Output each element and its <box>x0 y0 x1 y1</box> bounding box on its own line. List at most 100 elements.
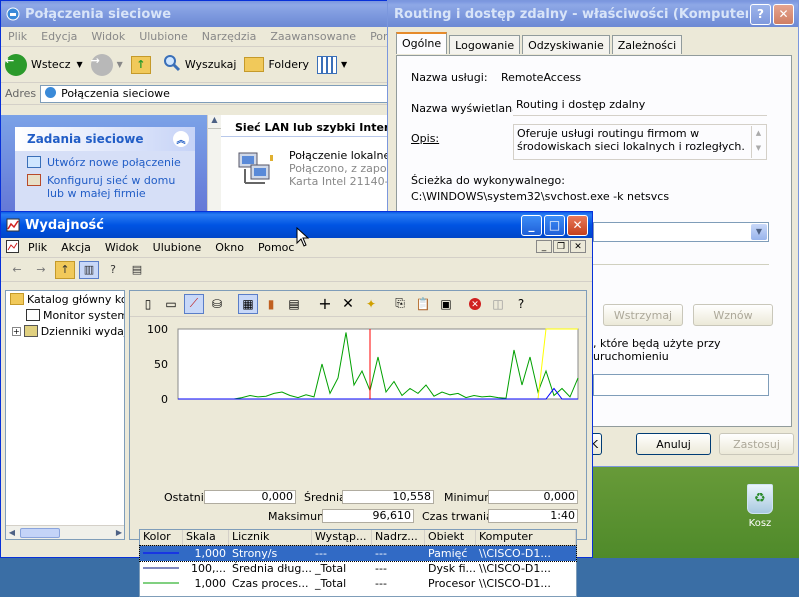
tab-dependencies[interactable]: Zależności <box>611 35 683 54</box>
recycle-bin[interactable]: Kosz <box>738 484 782 529</box>
close-button[interactable]: ✕ <box>773 3 794 25</box>
chevron-down-icon[interactable]: ▼ <box>77 60 83 69</box>
clear-display-icon[interactable]: ▭ <box>161 294 181 314</box>
view-histogram-icon[interactable]: ▮ <box>261 294 281 314</box>
minimize-button[interactable]: _ <box>521 214 542 236</box>
counter-row[interactable]: 100,... Średnia dług... _Total --- Dysk … <box>140 561 576 576</box>
tab-general[interactable]: Ogólne <box>396 32 448 54</box>
menu-action[interactable]: Akcja <box>54 241 98 254</box>
delete-counter-icon[interactable]: ✕ <box>338 294 358 314</box>
folders-button[interactable]: Foldery <box>244 57 309 72</box>
properties-titlebar[interactable]: Routing i dostęp zdalny - właściwości (K… <box>388 1 798 27</box>
help-icon[interactable]: ? <box>103 261 123 279</box>
child-minimize-button[interactable]: _ <box>536 240 552 253</box>
tab-logon[interactable]: Logowanie <box>449 35 521 54</box>
counter-row[interactable]: 1,000 Czas proces... _Total --- Procesor… <box>140 576 576 591</box>
scroll-left-icon[interactable]: ◀ <box>6 528 18 537</box>
scroll-thumb[interactable] <box>20 528 60 538</box>
forward-arrow-icon[interactable]: → <box>31 261 51 279</box>
network-window-titlebar[interactable]: Połączenia sieciowe <box>1 1 393 27</box>
column-counter[interactable]: Licznik <box>229 530 312 545</box>
update-data-icon[interactable]: ◫ <box>488 294 508 314</box>
menu-favorites[interactable]: Ulubione <box>132 30 195 43</box>
apply-button[interactable]: Zastosuj <box>719 433 794 455</box>
new-counter-set-icon[interactable]: ▯ <box>138 294 158 314</box>
back-button-label: Wstecz <box>31 58 71 71</box>
add-counter-icon[interactable]: + <box>315 294 335 314</box>
search-button[interactable]: Wyszukaj <box>163 54 236 75</box>
tree-item-system-monitor[interactable]: Monitor system <box>6 307 124 323</box>
column-object[interactable]: Obiekt <box>425 530 476 545</box>
scroll-right-icon[interactable]: ▶ <box>116 528 122 537</box>
startup-type-select[interactable]: ▼ <box>593 222 769 242</box>
menu-view[interactable]: Widok <box>84 30 132 43</box>
pause-button[interactable]: Wstrzymaj <box>603 304 683 326</box>
column-scale[interactable]: Skala <box>183 530 229 545</box>
view-report-icon[interactable]: ▤ <box>284 294 304 314</box>
console-icon[interactable] <box>1 239 21 256</box>
show-tree-icon[interactable]: ▥ <box>79 260 99 279</box>
collapse-icon[interactable]: ︽ <box>173 131 189 147</box>
maximize-button[interactable]: □ <box>544 214 565 236</box>
child-close-button[interactable]: ✕ <box>570 240 586 253</box>
menu-edit[interactable]: Edycja <box>34 30 84 43</box>
column-parent[interactable]: Nadrz... <box>372 530 425 545</box>
chevron-down-icon[interactable]: ▼ <box>341 60 347 69</box>
task-home-network[interactable]: Konfiguruj sieć w domu lub w małej firmi… <box>15 169 195 200</box>
chevron-down-icon[interactable]: ▼ <box>751 224 767 240</box>
properties-icon[interactable]: ▣ <box>436 294 456 314</box>
column-computer[interactable]: Komputer <box>476 530 576 545</box>
close-button[interactable]: ✕ <box>567 214 588 236</box>
vertical-scrollbar[interactable]: ▲ <box>207 115 221 219</box>
chevron-down-icon[interactable]: ▼ <box>117 60 123 69</box>
menu-tools[interactable]: Narzędzia <box>195 30 264 43</box>
display-name-field[interactable]: Routing i dostęp zdalny <box>513 96 767 116</box>
column-instance[interactable]: Wystąp... <box>312 530 372 545</box>
copy-properties-icon[interactable]: ⎘ <box>390 294 410 314</box>
column-color[interactable]: Kolor <box>140 530 183 545</box>
address-field[interactable]: Połączenia sieciowe <box>40 84 389 103</box>
back-arrow-icon[interactable]: ← <box>7 261 27 279</box>
tab-recovery[interactable]: Odzyskiwanie <box>522 35 610 54</box>
up-folder-icon[interactable]: ↑ <box>55 260 75 279</box>
counter-instance: --- <box>315 547 327 560</box>
menu-file[interactable]: Plik <box>1 30 34 43</box>
menu-favorites[interactable]: Ulubione <box>146 241 209 254</box>
menu-help[interactable]: Pomoc <box>251 241 301 254</box>
help-button[interactable]: ? <box>750 3 771 25</box>
child-restore-button[interactable]: ❐ <box>553 240 569 253</box>
start-params-field[interactable] <box>593 374 769 396</box>
views-button[interactable]: ▼ <box>317 55 347 74</box>
action-pane-icon[interactable]: ▤ <box>127 261 147 279</box>
task-new-connection[interactable]: Utwórz nowe połączenie <box>15 151 195 169</box>
description-scrollbar[interactable]: ▲ ▼ <box>751 126 765 158</box>
menu-window[interactable]: Okno <box>208 241 251 254</box>
paste-counter-list-icon[interactable]: 📋 <box>413 294 433 314</box>
description-field[interactable]: Oferuje usługi routingu firmom w środowi… <box>513 124 767 160</box>
cancel-button[interactable]: Anuluj <box>636 433 711 455</box>
scroll-up-icon[interactable]: ▲ <box>208 115 221 129</box>
tree-item-console-root[interactable]: Katalog główny kor <box>6 291 124 307</box>
forward-button[interactable]: → ▼ <box>90 53 123 76</box>
counter-row[interactable]: 1,000 Strony/s --- --- Pamięć \\CISCO-D1… <box>139 545 577 562</box>
view-log-data-icon[interactable]: ⛁ <box>207 294 227 314</box>
back-button[interactable]: ← Wstecz ▼ <box>5 53 83 76</box>
connection-item[interactable]: Połączenie lokalne Połączono, z zapora K… <box>237 149 397 188</box>
tree-item-perf-logs[interactable]: + Dzienniki wydaj <box>6 323 124 339</box>
view-current-activity-icon[interactable]: ⟋ <box>184 293 204 314</box>
menu-advanced[interactable]: Zaawansowane <box>263 30 363 43</box>
up-folder-button[interactable]: ↑ <box>130 55 155 74</box>
resume-button[interactable]: Wznów <box>693 304 773 326</box>
menu-view[interactable]: Widok <box>98 241 146 254</box>
horizontal-scrollbar[interactable]: ◀ ▶ <box>6 525 124 539</box>
highlight-icon[interactable]: ✦ <box>361 294 381 314</box>
network-connection-icon <box>237 149 273 192</box>
recycle-bin-icon[interactable] <box>747 484 773 514</box>
stat-maximum-label: Maksimum <box>268 509 328 523</box>
view-graph-icon[interactable]: ▦ <box>238 293 258 314</box>
help-icon[interactable]: ? <box>511 294 531 314</box>
menu-file[interactable]: Plik <box>21 241 54 254</box>
expand-icon[interactable]: + <box>12 326 21 336</box>
network-tasks-header[interactable]: Zadania sieciowe ︽ <box>15 127 195 151</box>
freeze-display-icon[interactable]: ✕ <box>465 294 485 314</box>
